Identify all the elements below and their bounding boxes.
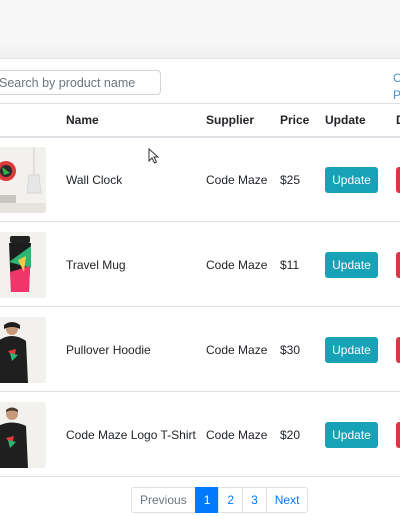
delete-button[interactable]	[396, 337, 400, 363]
sort-link[interactable]: O	[393, 70, 400, 87]
update-button[interactable]: Update	[325, 252, 378, 278]
product-supplier: Code Maze	[206, 173, 268, 187]
product-image-travel-mug	[0, 232, 46, 298]
pagination-previous[interactable]: Previous	[131, 487, 196, 513]
mouse-cursor-icon	[148, 147, 160, 169]
product-price: $20	[280, 428, 301, 442]
header-delete: D	[396, 113, 400, 127]
product-supplier: Code Maze	[206, 428, 268, 442]
product-name: Travel Mug	[66, 258, 126, 272]
update-button[interactable]: Update	[325, 167, 378, 193]
delete-button[interactable]	[396, 252, 400, 278]
product-name: Pullover Hoodie	[66, 343, 151, 357]
product-price: $11	[280, 258, 300, 272]
delete-button[interactable]	[396, 422, 400, 448]
table-row: Pullover Hoodie Code Maze $30 Update	[0, 307, 400, 392]
update-button[interactable]: Update	[325, 337, 378, 363]
table-row: Code Maze Logo T-Shirt Code Maze $20 Upd…	[0, 392, 400, 477]
product-name: Wall Clock	[66, 173, 123, 187]
header-update: Update	[325, 113, 366, 127]
header-price: Price	[280, 113, 310, 127]
product-name: Code Maze Logo T-Shirt	[66, 428, 196, 442]
search-input[interactable]	[0, 70, 161, 95]
table-row: Travel Mug Code Maze $11 Update	[0, 222, 400, 307]
product-image-pullover-hoodie	[0, 317, 46, 383]
table-top-border	[0, 103, 400, 104]
header-name: Name	[66, 113, 99, 127]
top-navbar	[0, 0, 400, 59]
product-image-wall-clock	[0, 147, 46, 213]
header-supplier: Supplier	[206, 113, 255, 127]
product-supplier: Code Maze	[206, 343, 268, 357]
pagination-page-1[interactable]: 1	[194, 487, 220, 513]
sort-link[interactable]: P	[393, 87, 400, 104]
delete-button[interactable]	[396, 167, 400, 193]
product-supplier: Code Maze	[206, 258, 268, 272]
pagination-page-3[interactable]: 3	[242, 487, 267, 513]
table-row: Wall Clock Code Maze $25 Update	[0, 137, 400, 222]
sort-links: O P	[393, 70, 400, 104]
product-image-logo-tshirt	[0, 402, 46, 468]
row-divider	[0, 476, 400, 477]
product-price: $30	[280, 343, 301, 357]
pagination-page-2[interactable]: 2	[218, 487, 244, 513]
pagination: Previous 1 2 3 Next	[131, 487, 309, 513]
product-price: $25	[280, 173, 301, 187]
update-button[interactable]: Update	[325, 422, 378, 448]
pagination-next[interactable]: Next	[265, 487, 309, 513]
